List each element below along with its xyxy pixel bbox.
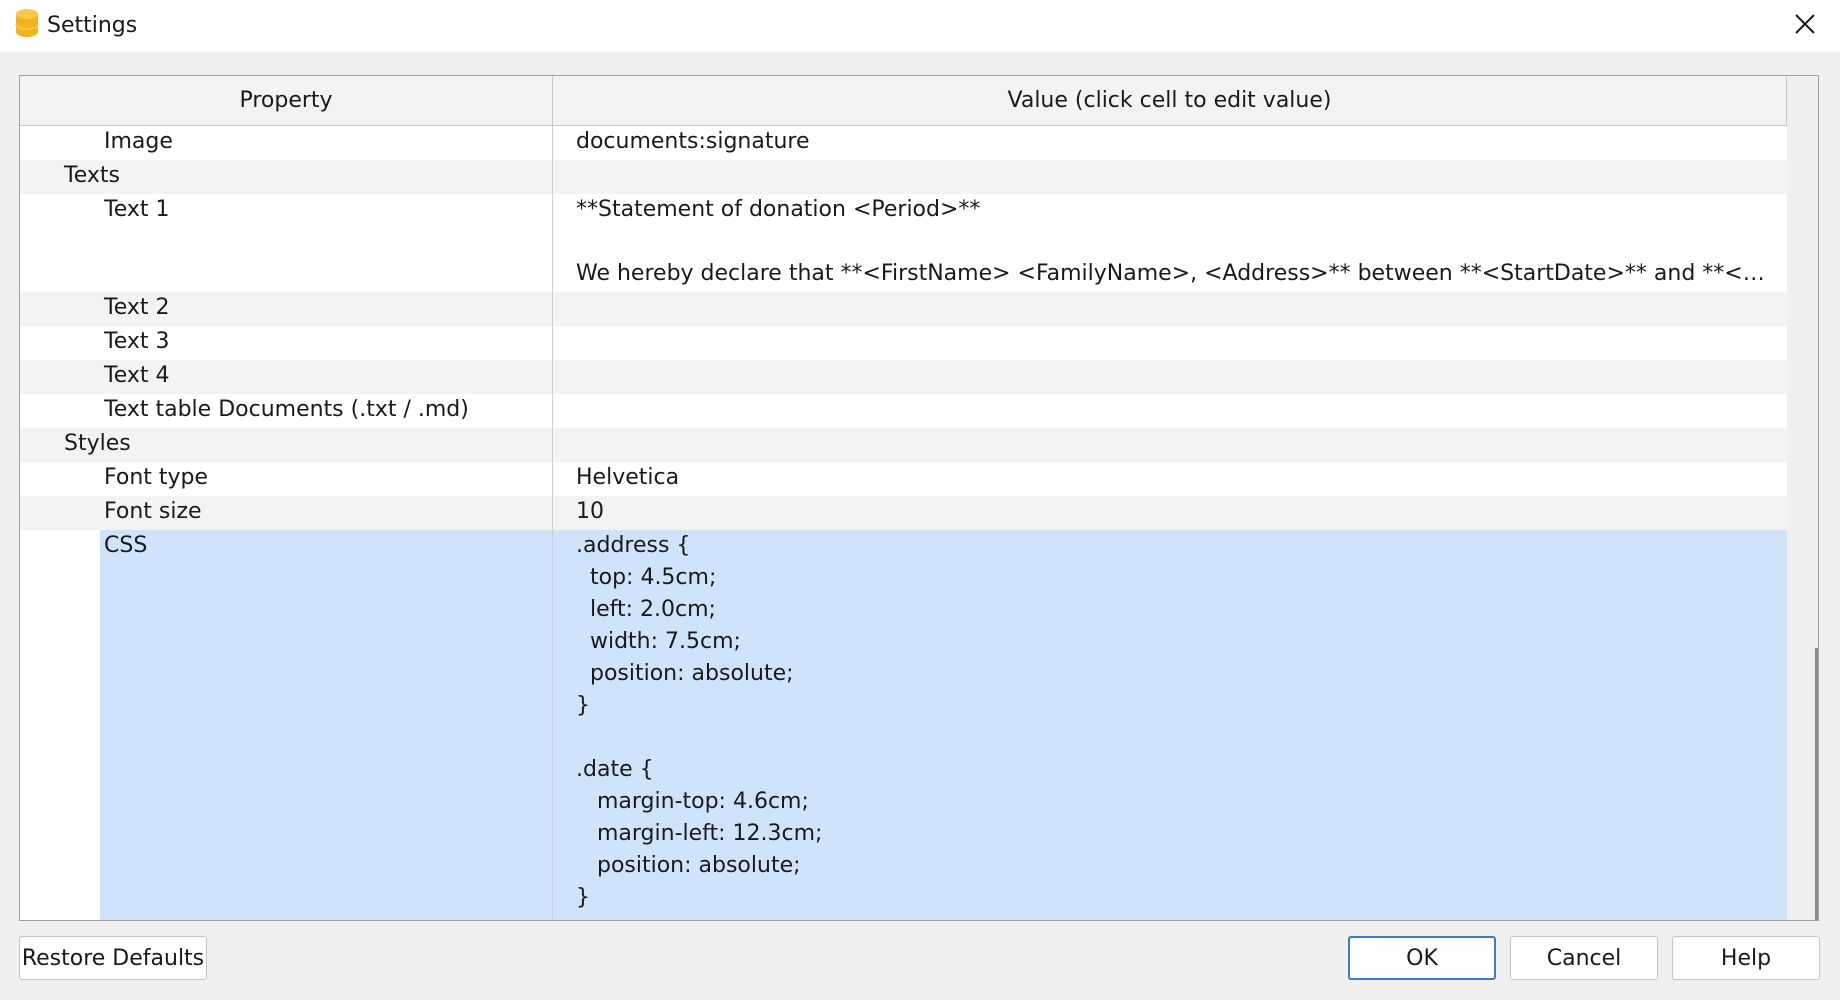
cancel-button[interactable]: Cancel xyxy=(1510,936,1658,980)
title-bar: Settings xyxy=(0,0,1840,52)
value-cell[interactable]: **Statement of donation <Period>** We he… xyxy=(553,194,1787,292)
property-label: Font type xyxy=(104,465,209,490)
group-label: Texts xyxy=(64,163,120,188)
row-group-styles[interactable]: Styles xyxy=(20,428,1787,462)
value-cell[interactable] xyxy=(553,394,1787,428)
value-cell[interactable]: .address { top: 4.5cm; left: 2.0cm; widt… xyxy=(553,530,1787,920)
property-label: Image xyxy=(104,129,173,154)
row-text2[interactable]: Text 2 xyxy=(20,292,1787,326)
value-cell[interactable] xyxy=(553,292,1787,326)
table-header: Property Value (click cell to edit value… xyxy=(20,76,1787,126)
chevron-down-icon[interactable] xyxy=(28,435,48,453)
row-text3[interactable]: Text 3 xyxy=(20,326,1787,360)
text1-value: **Statement of donation <Period>** We he… xyxy=(576,197,1776,286)
property-label: CSS xyxy=(104,533,148,558)
property-column-header[interactable]: Property xyxy=(20,76,553,125)
vertical-scrollbar[interactable] xyxy=(1787,76,1818,920)
settings-dialog: Settings Property Value (click cell to e… xyxy=(0,0,1840,1000)
row-text1[interactable]: Text 1 **Statement of donation <Period>*… xyxy=(20,194,1787,292)
property-label: Text table Documents (.txt / .md) xyxy=(104,397,469,422)
close-icon xyxy=(1794,13,1816,39)
value-cell[interactable] xyxy=(553,360,1787,394)
table-body: Image documents:signature Texts Text 1 *… xyxy=(20,126,1787,920)
property-label: Text 3 xyxy=(104,329,170,354)
value-cell[interactable]: 10 xyxy=(553,496,1787,530)
property-label: Text 4 xyxy=(104,363,170,388)
value-cell[interactable]: Helvetica xyxy=(553,462,1787,496)
close-button[interactable] xyxy=(1770,0,1840,52)
row-css-selected[interactable]: CSS .address { top: 4.5cm; left: 2.0cm; … xyxy=(20,530,1787,920)
settings-table: Property Value (click cell to edit value… xyxy=(19,75,1819,921)
value-cell[interactable] xyxy=(553,326,1787,360)
property-label: Text 1 xyxy=(104,197,170,222)
row-text4[interactable]: Text 4 xyxy=(20,360,1787,394)
chevron-down-icon[interactable] xyxy=(28,167,48,185)
row-font-size[interactable]: Font size 10 xyxy=(20,496,1787,530)
restore-defaults-button[interactable]: Restore Defaults xyxy=(19,936,207,980)
scrollbar-thumb[interactable] xyxy=(1815,648,1818,920)
window-title: Settings xyxy=(47,13,138,38)
row-font-type[interactable]: Font type Helvetica xyxy=(20,462,1787,496)
row-group-texts[interactable]: Texts xyxy=(20,160,1787,194)
ok-button[interactable]: OK xyxy=(1348,936,1496,980)
value-cell[interactable]: documents:signature xyxy=(553,126,1787,160)
property-label: Font size xyxy=(104,499,202,524)
help-button[interactable]: Help xyxy=(1672,936,1820,980)
row-image[interactable]: Image documents:signature xyxy=(20,126,1787,160)
value-cell xyxy=(553,428,1787,462)
property-label: Text 2 xyxy=(104,295,170,320)
group-label: Styles xyxy=(64,431,131,456)
row-text-table-documents[interactable]: Text table Documents (.txt / .md) xyxy=(20,394,1787,428)
value-column-header[interactable]: Value (click cell to edit value) xyxy=(553,76,1787,125)
value-cell xyxy=(553,160,1787,194)
banana-database-icon xyxy=(14,8,40,40)
